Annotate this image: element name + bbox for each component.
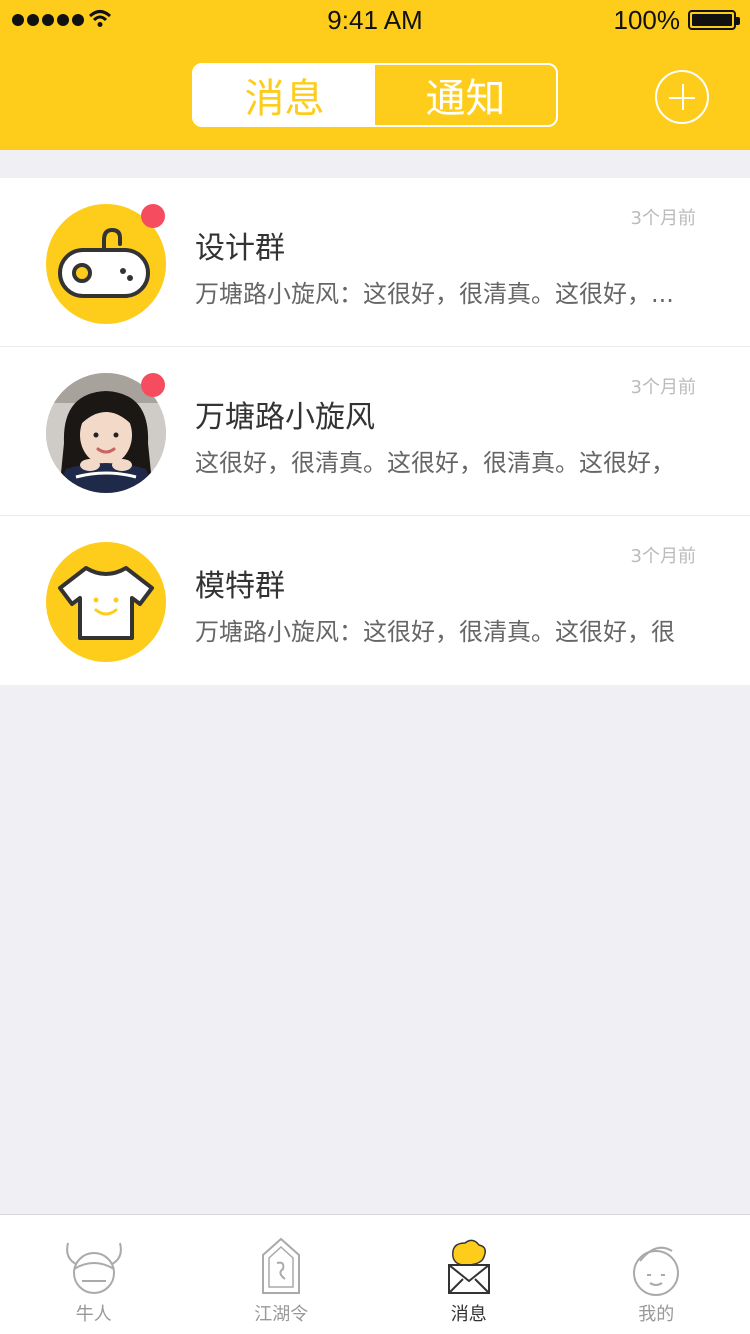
tabbar-item-messages[interactable]: 消息 <box>375 1215 563 1334</box>
conversation-row[interactable]: 设计群 万塘路小旋风：这很好，很清真。这很好，... 3个月前 <box>0 178 750 347</box>
tab-notifications[interactable]: 通知 <box>375 65 556 125</box>
tabbar-item-jianghuling[interactable]: 江湖令 <box>188 1215 376 1334</box>
bird-envelope-icon <box>433 1233 505 1305</box>
conversation-preview: 这很好，很清真。这很好，很清真。这很好， <box>195 449 675 477</box>
top-bar: 9:41 AM 100% 消息 通知 <box>0 0 750 150</box>
conversation-row[interactable]: 模特群 万塘路小旋风：这很好，很清真。这很好，很 3个月前 <box>0 516 750 685</box>
conversation-name: 模特群 <box>195 569 285 604</box>
bottom-tab-bar: 牛人 江湖令 消息 我的 <box>0 1214 750 1334</box>
face-icon <box>620 1233 692 1305</box>
conversation-preview: 万塘路小旋风：这很好，很清真。这很好，很 <box>195 618 675 646</box>
token-icon <box>245 1233 317 1305</box>
conversation-preview: 万塘路小旋风：这很好，很清真。这很好，... <box>195 280 674 308</box>
conversation-time: 3个月前 <box>630 546 696 567</box>
conversation-row[interactable]: 万塘路小旋风 这很好，很清真。这很好，很清真。这很好， 3个月前 <box>0 347 750 516</box>
battery-icon <box>688 10 740 30</box>
bull-head-icon <box>58 1233 130 1305</box>
tab-label: 牛人 <box>75 1304 112 1325</box>
tab-label: 我的 <box>638 1304 675 1325</box>
tab-label: 消息 <box>450 1304 487 1325</box>
battery-percent: 100% <box>613 5 681 35</box>
tabbar-item-niuren[interactable]: 牛人 <box>0 1215 188 1334</box>
conversation-name: 万塘路小旋风 <box>195 400 375 435</box>
unread-badge <box>141 373 165 397</box>
tshirt-icon <box>46 542 166 662</box>
tab-label: 江湖令 <box>254 1304 309 1325</box>
conversation-list: 设计群 万塘路小旋风：这很好，很清真。这很好，... 3个月前 万塘路小旋风 这 <box>0 178 750 685</box>
tab-messages[interactable]: 消息 <box>194 65 375 125</box>
tabbar-item-mine[interactable]: 我的 <box>563 1215 750 1334</box>
segmented-control: 消息 通知 <box>192 63 558 127</box>
unread-badge <box>141 204 165 228</box>
conversation-time: 3个月前 <box>630 377 696 398</box>
status-bar: 9:41 AM 100% <box>0 0 750 40</box>
conversation-time: 3个月前 <box>630 208 696 229</box>
conversation-name: 设计群 <box>195 231 285 266</box>
add-button[interactable] <box>655 70 709 124</box>
